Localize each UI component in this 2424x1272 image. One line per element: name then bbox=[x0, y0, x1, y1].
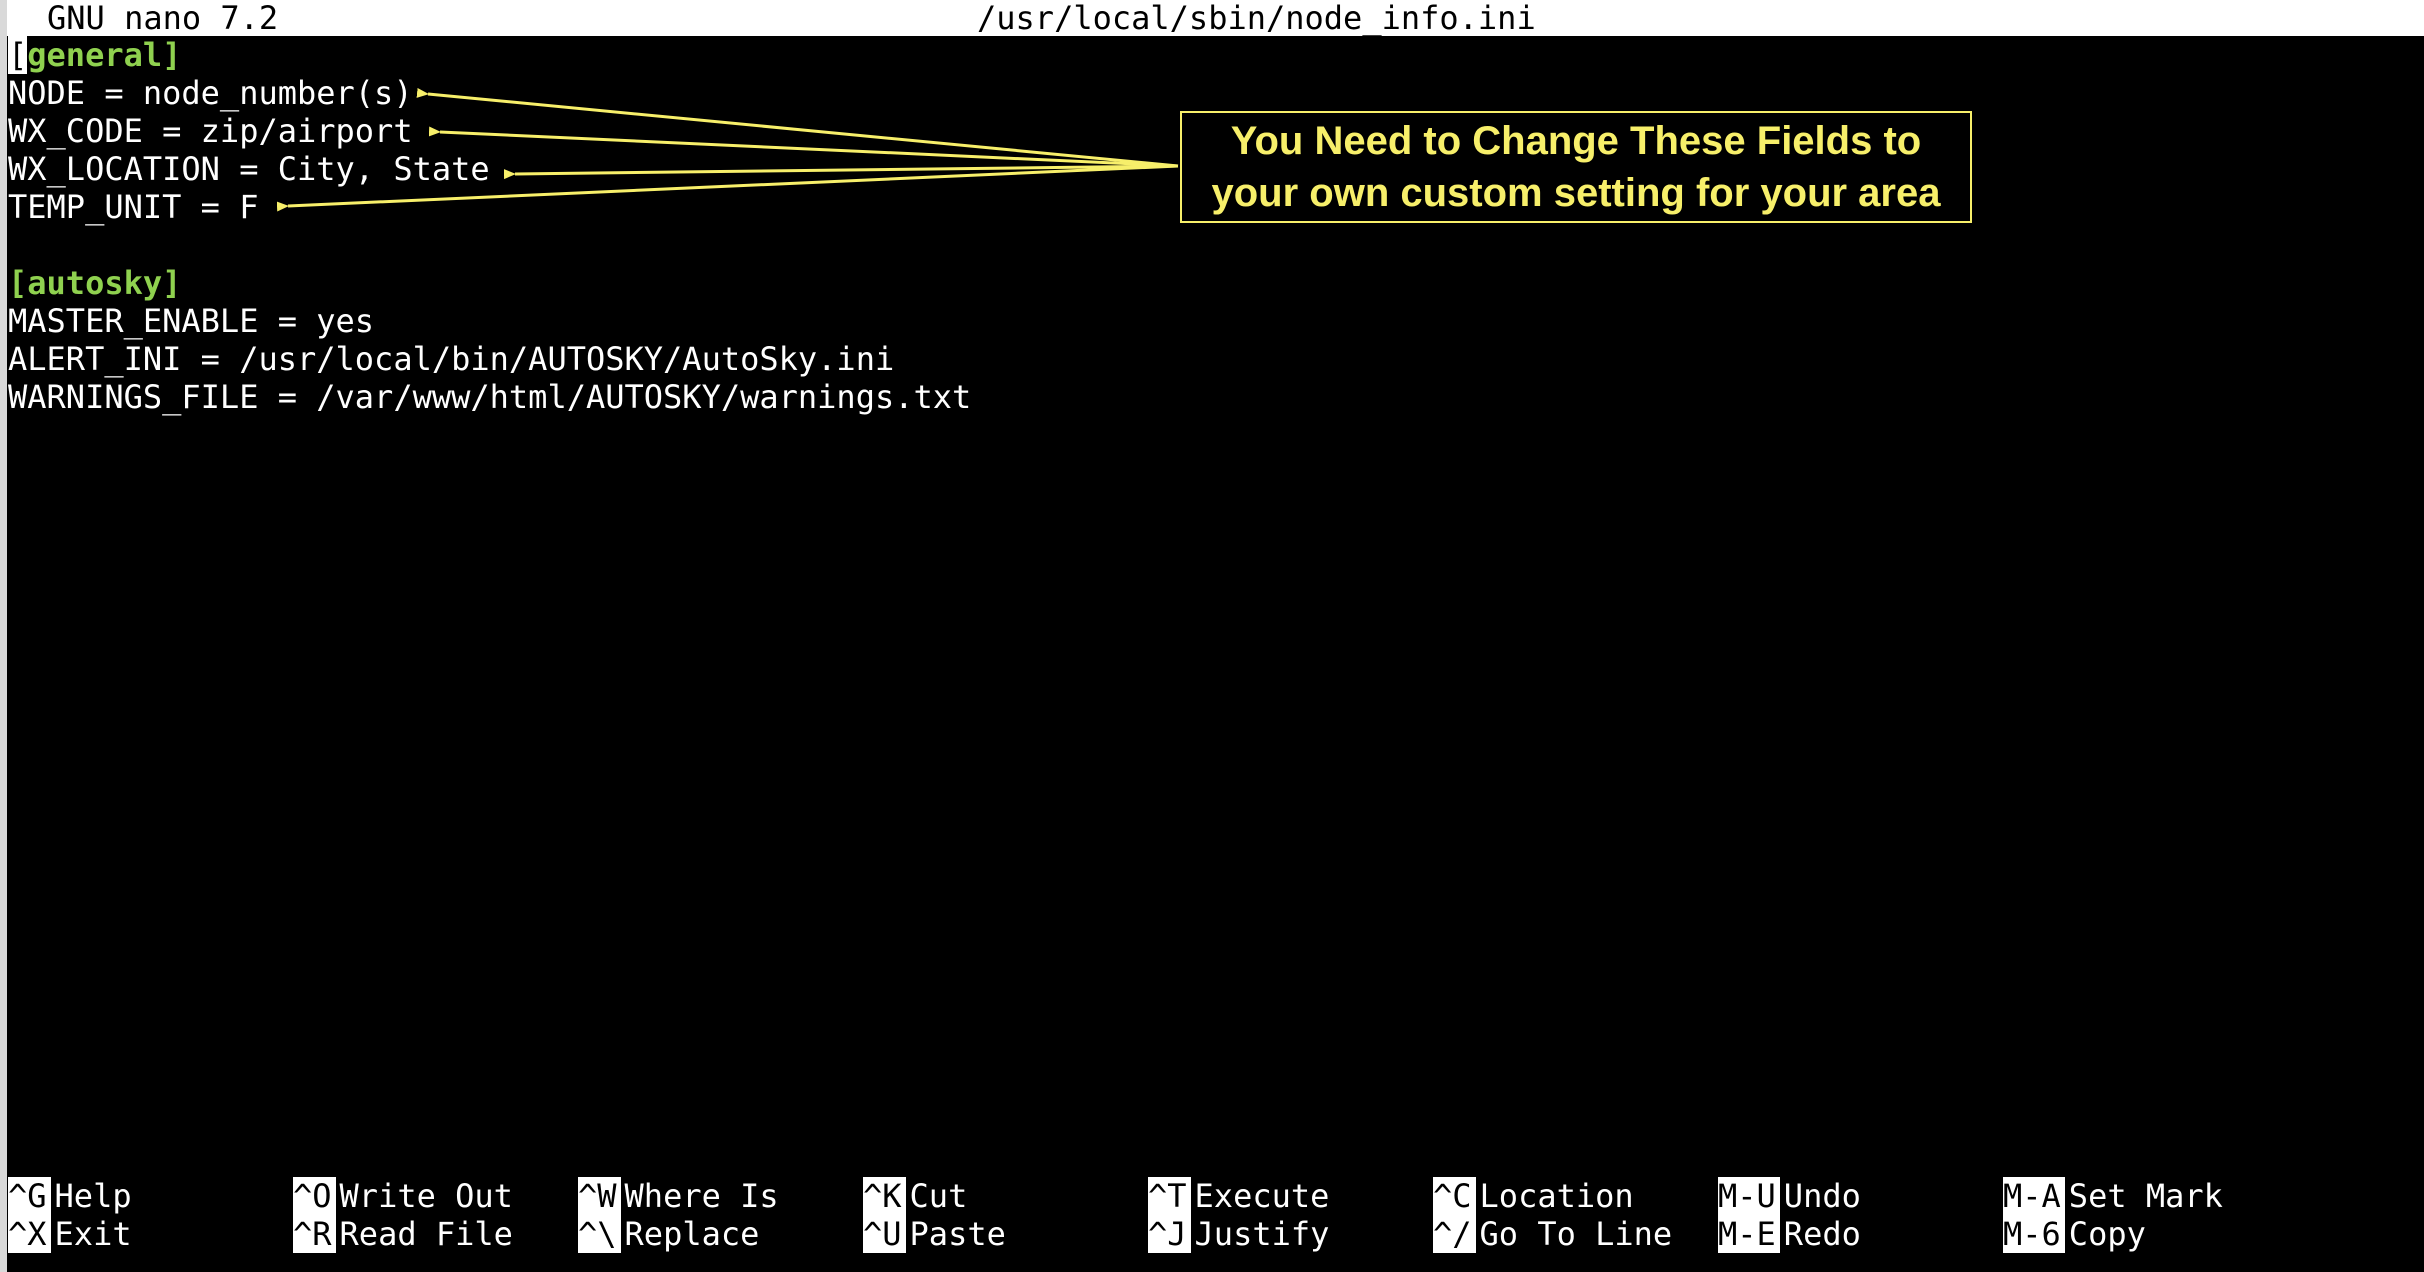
shortcut-label: Set Mark bbox=[2068, 1177, 2223, 1215]
shortcut-label: Cut bbox=[909, 1177, 968, 1215]
shortcut-justify[interactable]: ^J Justify bbox=[1148, 1215, 1329, 1253]
shortcut-label: Write Out bbox=[339, 1177, 513, 1215]
shortcut-key: ^U bbox=[863, 1215, 906, 1253]
shortcut-label: Execute bbox=[1194, 1177, 1330, 1215]
shortcut-read-file[interactable]: ^R Read File bbox=[293, 1215, 513, 1253]
shortcut-label: Copy bbox=[2068, 1215, 2146, 1253]
shortcut-set-mark[interactable]: M-A Set Mark bbox=[2003, 1177, 2223, 1215]
shortcut-help[interactable]: ^G Help bbox=[8, 1177, 132, 1215]
shortcut-replace[interactable]: ^\ Replace bbox=[578, 1215, 759, 1253]
app-version: GNU nano 7.2 bbox=[47, 0, 279, 37]
shortcut-key: M-6 bbox=[2003, 1215, 2065, 1253]
shortcut-location[interactable]: ^C Location bbox=[1433, 1177, 1634, 1215]
shortcut-bar: ^G Help ^O Write Out ^W Where Is ^K Cut ^T Ex… bbox=[8, 1177, 2418, 1257]
shortcut-label: Redo bbox=[1783, 1215, 1861, 1253]
shortcut-label: Go To Line bbox=[1479, 1215, 1673, 1253]
shortcut-exit[interactable]: ^X Exit bbox=[8, 1215, 132, 1253]
shortcut-label: Replace bbox=[624, 1215, 760, 1253]
shortcut-copy[interactable]: M-6 Copy bbox=[2003, 1215, 2146, 1253]
shortcut-key: ^G bbox=[8, 1177, 51, 1215]
shortcut-key: ^R bbox=[293, 1215, 336, 1253]
shortcut-key: ^X bbox=[8, 1215, 51, 1253]
shortcut-key: ^\ bbox=[578, 1215, 621, 1253]
section-header-general[interactable]: [general] bbox=[8, 36, 2418, 74]
annotation-callout: You Need to Change These Fields to your … bbox=[1180, 111, 1972, 223]
shortcut-label: Justify bbox=[1194, 1215, 1330, 1253]
shortcut-write-out[interactable]: ^O Write Out bbox=[293, 1177, 513, 1215]
section-name-general: general] bbox=[27, 36, 182, 74]
shortcut-redo[interactable]: M-E Redo bbox=[1718, 1215, 1861, 1253]
config-line-alert-ini[interactable]: ALERT_INI = /usr/local/bin/AUTOSKY/AutoS… bbox=[8, 340, 2418, 378]
shortcut-label: Where Is bbox=[624, 1177, 779, 1215]
shortcut-key: ^/ bbox=[1433, 1215, 1476, 1253]
shortcut-key: ^J bbox=[1148, 1215, 1191, 1253]
shortcut-execute[interactable]: ^T Execute bbox=[1148, 1177, 1329, 1215]
editor-buffer[interactable]: [general] NODE = node_number(s) WX_CODE … bbox=[8, 36, 2418, 416]
shortcut-paste[interactable]: ^U Paste bbox=[863, 1215, 1006, 1253]
shortcut-cut[interactable]: ^K Cut bbox=[863, 1177, 967, 1215]
config-line-warnings-file[interactable]: WARNINGS_FILE = /var/www/html/AUTOSKY/wa… bbox=[8, 378, 2418, 416]
section-header-autosky[interactable]: [autosky] bbox=[8, 264, 2418, 302]
shortcut-key: ^O bbox=[293, 1177, 336, 1215]
shortcut-key: ^C bbox=[1433, 1177, 1476, 1215]
shortcut-key: ^T bbox=[1148, 1177, 1191, 1215]
blank-line[interactable] bbox=[8, 226, 2418, 264]
shortcut-label: Exit bbox=[54, 1215, 132, 1253]
shortcut-label: Paste bbox=[909, 1215, 1006, 1253]
file-path: /usr/local/sbin/node_info.ini bbox=[977, 0, 1536, 37]
shortcut-label: Help bbox=[54, 1177, 132, 1215]
callout-line-2: your own custom setting for your area bbox=[1211, 171, 1941, 215]
config-line-node[interactable]: NODE = node_number(s) bbox=[8, 74, 2418, 112]
shortcut-key: M-A bbox=[2003, 1177, 2065, 1215]
shortcut-go-to-line[interactable]: ^/Go To Line bbox=[1433, 1215, 1672, 1253]
shortcut-key: ^W bbox=[578, 1177, 621, 1215]
shortcut-key: ^K bbox=[863, 1177, 906, 1215]
shortcut-key: M-E bbox=[1718, 1215, 1780, 1253]
shortcut-key: M-U bbox=[1718, 1177, 1780, 1215]
callout-line-1: You Need to Change These Fields to bbox=[1230, 119, 1922, 163]
shortcut-label: Read File bbox=[339, 1215, 513, 1253]
shortcut-where-is[interactable]: ^W Where Is bbox=[578, 1177, 779, 1215]
window-edge bbox=[0, 0, 7, 1272]
shortcut-undo[interactable]: M-U Undo bbox=[1718, 1177, 1861, 1215]
shortcut-label: Location bbox=[1479, 1177, 1634, 1215]
title-bar: GNU nano 7.2 /usr/local/sbin/node_info.i… bbox=[7, 0, 2424, 36]
config-line-master-enable[interactable]: MASTER_ENABLE = yes bbox=[8, 302, 2418, 340]
shortcut-label: Undo bbox=[1783, 1177, 1861, 1215]
text-cursor: [ bbox=[8, 36, 28, 74]
